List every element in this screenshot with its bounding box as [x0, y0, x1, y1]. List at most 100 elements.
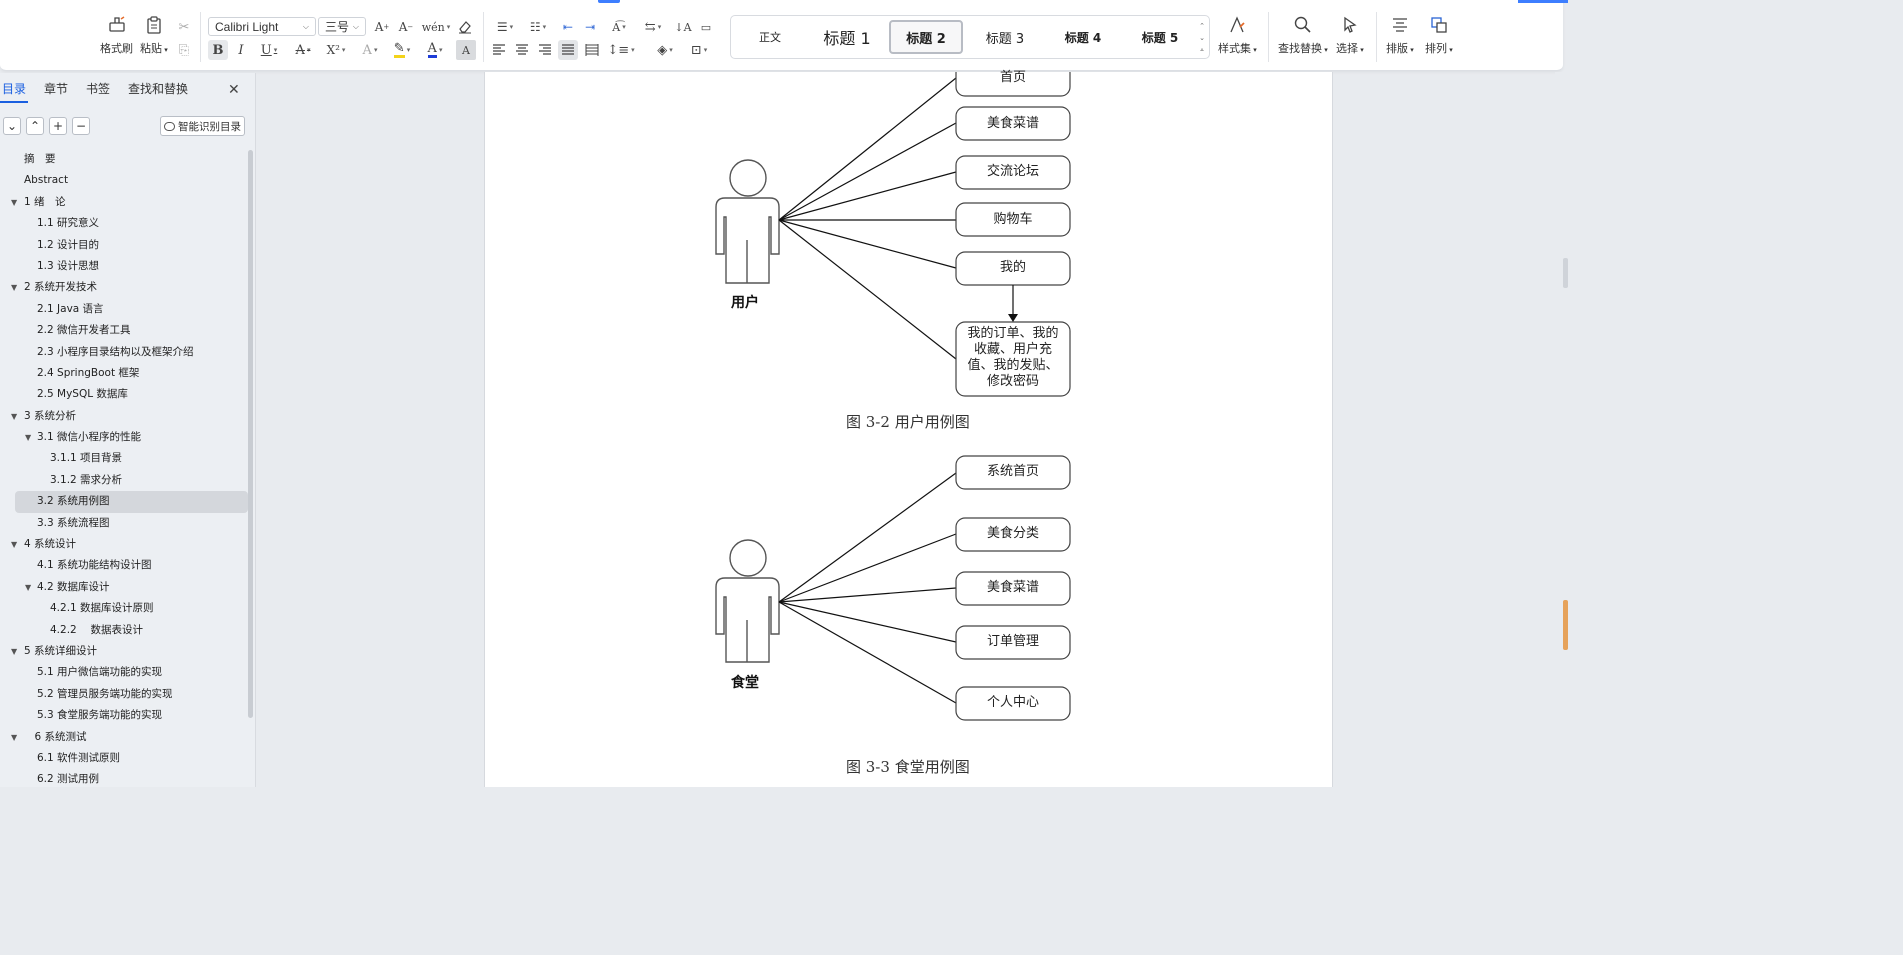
toc-item[interactable]: ▼ 4 系统设计 — [0, 534, 248, 555]
vertical-scroll-thumb[interactable] — [1563, 258, 1568, 288]
toc-item[interactable]: Abstract — [0, 170, 248, 191]
strikethrough-icon[interactable]: A ▾ — [290, 40, 316, 60]
paste-button[interactable]: 粘贴 ▾ — [140, 14, 168, 56]
toc-item[interactable]: 5.2 管理员服务端功能的实现 — [0, 684, 248, 705]
collapse-all-button[interactable]: ⌄ — [3, 117, 21, 135]
distributed-icon[interactable] — [582, 40, 602, 60]
arrange-button[interactable]: 排列 ▾ — [1425, 14, 1453, 56]
remove-heading-button[interactable]: − — [72, 117, 90, 135]
toc-item[interactable]: 2.5 MySQL 数据库 — [0, 384, 248, 405]
highlight-icon[interactable]: ✎ ▾ — [389, 40, 415, 60]
eraser-icon[interactable] — [455, 17, 475, 37]
toc-item[interactable]: 2.2 微信开发者工具 — [0, 320, 248, 341]
toc-item[interactable]: 2.3 小程序目录结构以及框架介绍 — [0, 342, 248, 363]
text-direction-icon[interactable]: A͡ ▾ — [606, 17, 632, 37]
nav-scrollbar[interactable] — [248, 150, 253, 718]
toc-item[interactable]: 3.1.1 项目背景 — [0, 448, 248, 469]
shading-icon[interactable]: ◈ ▾ — [652, 40, 678, 60]
toc-item[interactable]: 4.1 系统功能结构设计图 — [0, 555, 248, 576]
close-icon[interactable]: ✕ — [228, 82, 240, 98]
expand-toggle-icon[interactable]: ▼ — [11, 641, 17, 662]
toc-item[interactable]: 3.1.2 需求分析 — [0, 470, 248, 491]
toc-item[interactable]: ▼ 3.1 微信小程序的性能 — [0, 427, 248, 448]
expand-toggle-icon[interactable]: ▼ — [11, 406, 17, 427]
align-left-icon[interactable] — [489, 40, 509, 60]
gallery-scroll[interactable]: ⌃ ⌄ ⩡ — [1197, 20, 1207, 56]
align-right-icon[interactable] — [535, 40, 555, 60]
layout-button[interactable]: 排版 ▾ — [1386, 14, 1414, 56]
toc-item[interactable]: 2.1 Java 语言 — [0, 299, 248, 320]
toc-item[interactable]: 摘 要 — [0, 149, 248, 170]
underline-icon[interactable]: U ▾ — [256, 40, 282, 60]
bullet-list-icon[interactable]: ☰ ▾ — [492, 17, 518, 37]
border-icon[interactable]: ⊡ ▾ — [686, 40, 712, 60]
style-heading-4[interactable]: 标题 4 — [1047, 20, 1119, 54]
font-name-select[interactable]: Calibri Light ⌵ — [208, 17, 316, 36]
toc-item[interactable]: ▼ 3 系统分析 — [0, 406, 248, 427]
find-replace-button[interactable]: 查找替换 ▾ — [1278, 14, 1328, 56]
toc-item[interactable]: 3.3 系统流程图 — [0, 513, 248, 534]
toc-item[interactable]: 1.3 设计思想 — [0, 256, 248, 277]
cut-icon[interactable]: ✂ — [174, 17, 194, 37]
show-marks-icon[interactable]: ▭ — [696, 17, 716, 37]
toc-item[interactable]: 1.1 研究意义 — [0, 213, 248, 234]
text-effect-icon[interactable]: A ▾ — [357, 40, 383, 60]
font-size-select[interactable]: 三号 ⌵ — [318, 17, 366, 36]
toc-item[interactable]: 2.4 SpringBoot 框架 — [0, 363, 248, 384]
sort-icon[interactable]: ↓A — [673, 17, 693, 37]
align-center-icon[interactable] — [512, 40, 532, 60]
smart-toc-button[interactable]: 智能识别目录 — [160, 116, 245, 136]
phonetic-icon[interactable]: wén ▾ — [422, 17, 451, 37]
style-normal[interactable]: 正文 — [737, 20, 803, 54]
add-heading-button[interactable]: + — [49, 117, 67, 135]
style-heading-1[interactable]: 标题 1 — [811, 20, 883, 54]
sort-direction-icon[interactable]: ⇆ ▾ — [640, 17, 666, 37]
select-button[interactable]: 选择 ▾ — [1336, 14, 1364, 56]
toc-item[interactable]: 3.2 系统用例图 — [15, 491, 248, 513]
toc-item[interactable]: 5.1 用户微信端功能的实现 — [0, 662, 248, 683]
side-panel-handle[interactable] — [1563, 600, 1568, 650]
chevron-up-icon[interactable]: ⌃ — [1197, 20, 1207, 32]
font-color-icon[interactable]: A ▾ — [422, 40, 448, 60]
expand-up-button[interactable]: ⌃ — [26, 117, 44, 135]
decrease-indent-icon[interactable]: ⇤ — [558, 17, 578, 37]
increase-indent-icon[interactable]: ⇥ — [580, 17, 600, 37]
toc-item[interactable]: 1.2 设计目的 — [0, 235, 248, 256]
style-heading-2[interactable]: 标题 2 — [889, 20, 963, 54]
toc-item[interactable]: ▼ 1 绪 论 — [0, 192, 248, 213]
toc-item[interactable]: ▼ 4.2 数据库设计 — [0, 577, 248, 598]
style-heading-5[interactable]: 标题 5 — [1125, 20, 1195, 54]
expand-gallery-icon[interactable]: ⩡ — [1197, 44, 1207, 56]
toc-item[interactable]: ▼ 6 系统测试 — [0, 727, 248, 748]
numbered-list-icon[interactable]: ☷ ▾ — [525, 17, 551, 37]
copy-icon[interactable]: ⎘ — [174, 40, 194, 60]
toc-item[interactable]: 6.1 软件测试原则 — [0, 748, 248, 769]
line-spacing-icon[interactable]: ↕≡ ▾ — [607, 40, 634, 60]
chevron-down-icon[interactable]: ⌄ — [1197, 32, 1207, 44]
toc-item[interactable]: ▼ 5 系统详细设计 — [0, 641, 248, 662]
expand-toggle-icon[interactable]: ▼ — [11, 192, 17, 213]
toc-item[interactable]: 4.2.2 数据表设计 — [0, 620, 248, 641]
format-painter-button[interactable]: 格式刷 — [100, 14, 133, 56]
bold-icon[interactable]: B — [208, 40, 228, 60]
expand-toggle-icon[interactable]: ▼ — [11, 534, 17, 555]
italic-icon[interactable]: I — [231, 40, 251, 60]
toc-item[interactable]: ▼ 2 系统开发技术 — [0, 277, 248, 298]
tab-find-replace[interactable]: 查找和替换 — [126, 81, 190, 103]
toc-item[interactable]: 5.3 食堂服务端功能的实现 — [0, 705, 248, 726]
justify-icon[interactable] — [558, 40, 578, 60]
expand-toggle-icon[interactable]: ▼ — [25, 577, 31, 598]
toc-item[interactable]: 6.2 测试用例 — [0, 769, 248, 790]
tab-bookmarks[interactable]: 书签 — [84, 81, 112, 103]
superscript-icon[interactable]: X² ▾ — [322, 40, 350, 60]
tab-chapters[interactable]: 章节 — [42, 81, 70, 103]
expand-toggle-icon[interactable]: ▼ — [25, 427, 31, 448]
shrink-font-icon[interactable]: A − — [396, 17, 416, 37]
expand-toggle-icon[interactable]: ▼ — [11, 727, 17, 748]
expand-toggle-icon[interactable]: ▼ — [11, 277, 17, 298]
style-set-button[interactable]: 样式集 ▾ — [1218, 14, 1257, 56]
grow-font-icon[interactable]: A + — [372, 17, 392, 37]
toc-item[interactable]: 4.2.1 数据库设计原则 — [0, 598, 248, 619]
tab-toc[interactable]: 目录 — [0, 81, 29, 103]
style-heading-3[interactable]: 标题 3 — [969, 20, 1041, 54]
